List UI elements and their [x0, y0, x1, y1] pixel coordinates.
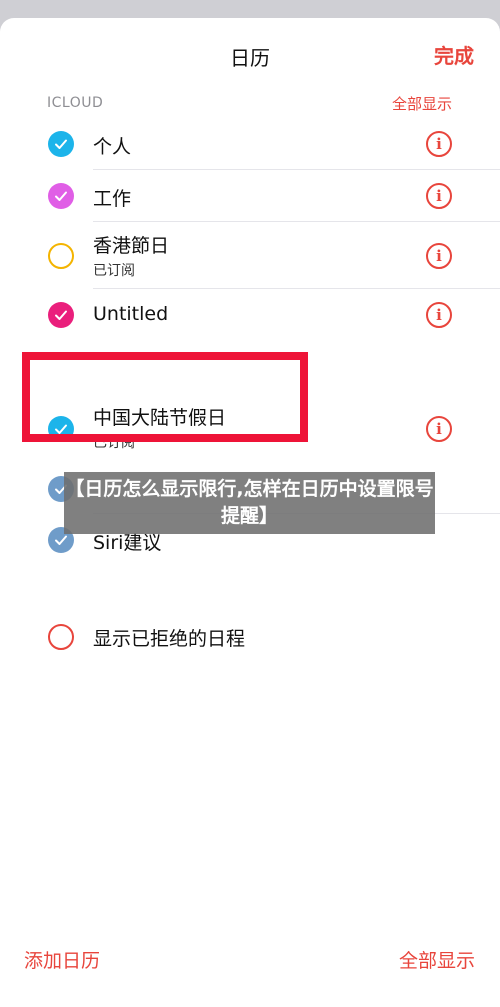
checkmark-icon[interactable] — [48, 302, 74, 328]
highlight-box — [22, 352, 308, 442]
calendar-name: 工作 — [93, 188, 132, 210]
page-title: 日历 — [230, 46, 270, 70]
done-button[interactable]: 完成 — [434, 40, 474, 69]
calendar-row-hk-holidays[interactable]: 香港節日 已订阅 i — [0, 222, 500, 288]
info-icon[interactable]: i — [426, 302, 452, 328]
info-icon[interactable]: i — [426, 131, 452, 157]
caption-overlay: 【日历怎么显示限行,怎样在日历中设置限号提醒】 — [64, 472, 435, 534]
section-label-icloud: ICLOUD — [47, 95, 104, 111]
calendar-name: Untitled — [93, 303, 169, 325]
add-calendar-button[interactable]: 添加日历 — [24, 946, 100, 973]
calendar-subtitle: 已订阅 — [93, 263, 135, 279]
checkmark-icon[interactable] — [48, 131, 74, 157]
calendar-row-personal[interactable]: 个人 i — [0, 118, 500, 170]
info-icon[interactable]: i — [426, 416, 452, 442]
show-all-icloud-button[interactable]: 全部显示 — [392, 93, 452, 114]
unchecked-circle-icon[interactable] — [48, 624, 74, 650]
show-all-button[interactable]: 全部显示 — [399, 946, 475, 973]
info-icon[interactable]: i — [426, 243, 452, 269]
unchecked-circle-icon[interactable] — [48, 243, 74, 269]
calendar-name: 个人 — [93, 136, 132, 158]
info-icon[interactable]: i — [426, 183, 452, 209]
calendar-name: 香港節日 — [93, 235, 170, 257]
checkmark-icon[interactable] — [48, 183, 74, 209]
show-declined-label: 显示已拒绝的日程 — [93, 628, 246, 650]
show-declined-events-row[interactable]: 显示已拒绝的日程 — [0, 622, 500, 654]
calendar-row-untitled[interactable]: Untitled i — [0, 289, 500, 341]
calendar-row-work[interactable]: 工作 i — [0, 170, 500, 222]
